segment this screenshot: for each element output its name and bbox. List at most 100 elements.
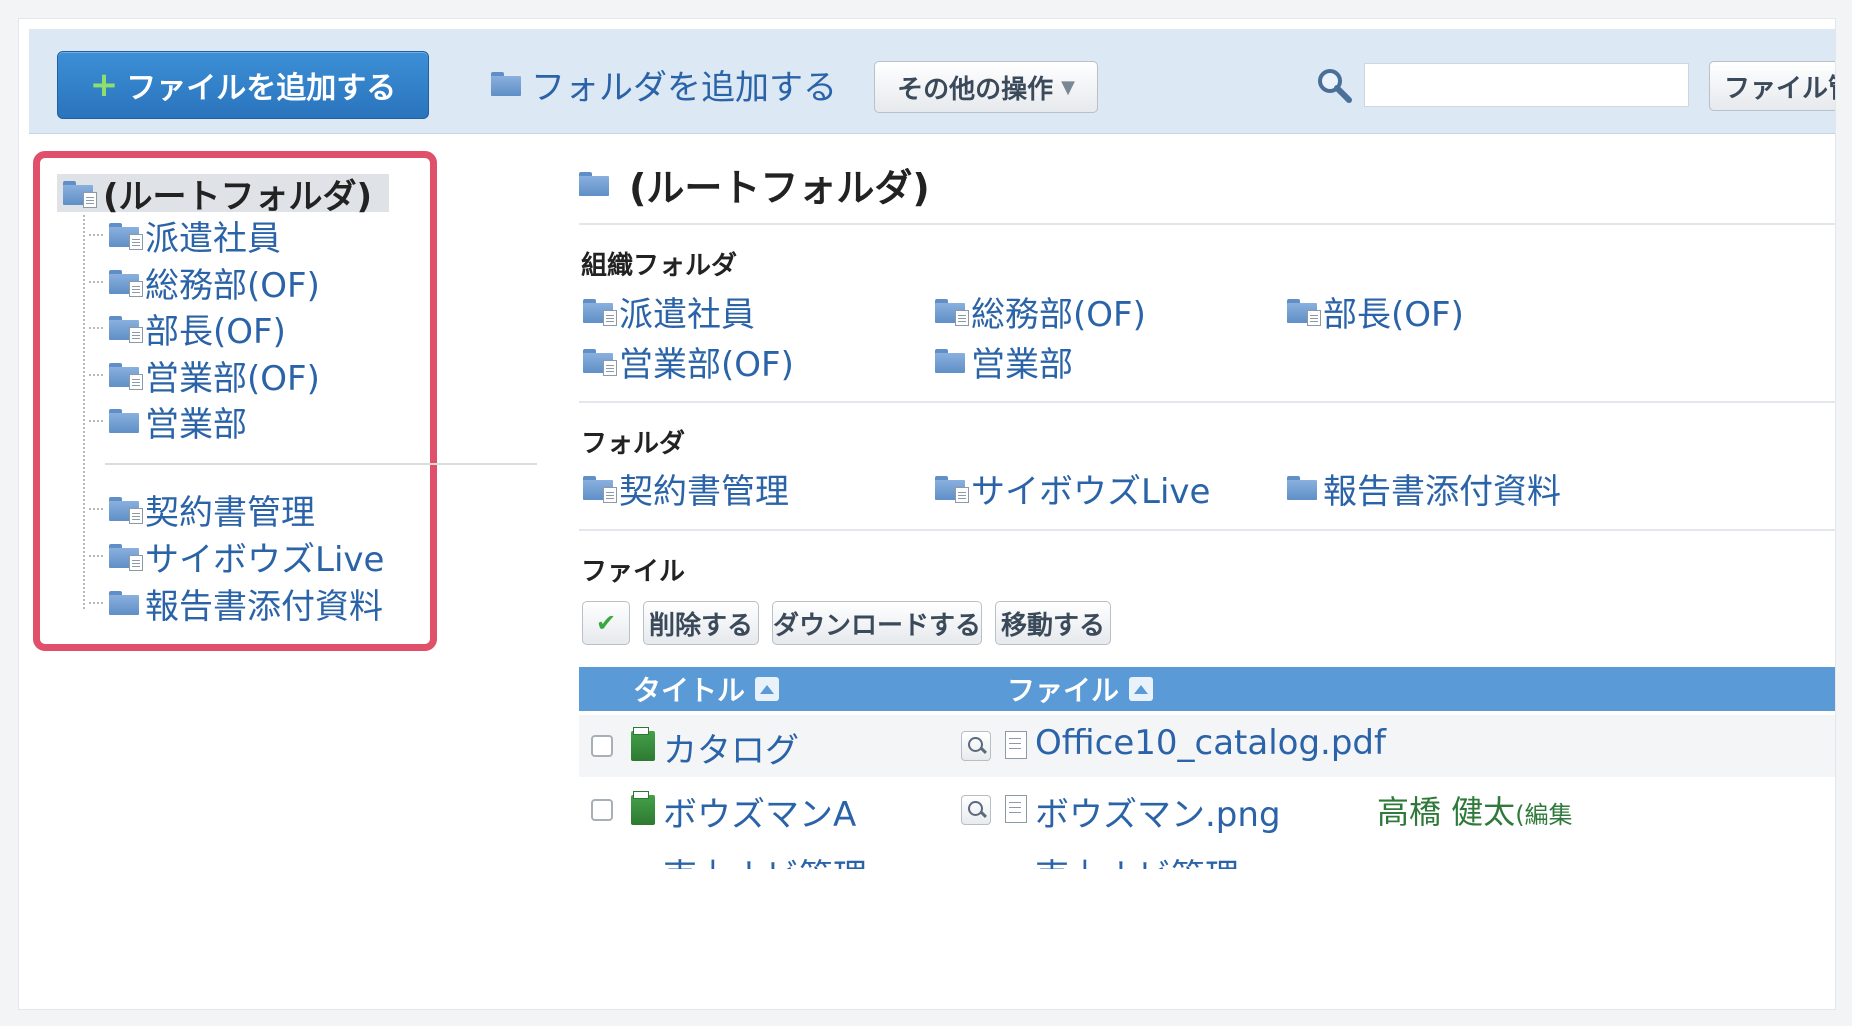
row-file-link[interactable]: ボウズマン.png bbox=[1035, 787, 1281, 836]
row-title-link[interactable]: ボウズマンA bbox=[663, 787, 856, 836]
column-file-label: ファイル bbox=[1007, 674, 1120, 707]
tree-item[interactable]: 営業部(OF) bbox=[89, 353, 320, 399]
divider bbox=[579, 401, 1835, 403]
preview-icon[interactable] bbox=[961, 731, 991, 761]
folder-link-label: 契約書管理 bbox=[619, 471, 789, 512]
move-button[interactable]: 移動する bbox=[995, 601, 1111, 645]
folder-link-label: 報告書添付資料 bbox=[1323, 471, 1561, 512]
tree-item[interactable]: 部長(OF) bbox=[89, 306, 286, 352]
folder-doc-icon bbox=[109, 544, 143, 571]
folder-doc-icon bbox=[583, 476, 617, 503]
select-all-button[interactable]: ✔ bbox=[582, 601, 630, 645]
tree-item-label: 派遣社員 bbox=[145, 218, 281, 259]
tree-divider bbox=[105, 463, 537, 465]
user-suffix: (編集 bbox=[1515, 801, 1573, 829]
tree-item[interactable]: 営業部 bbox=[89, 399, 247, 445]
toolbar: + ファイルを追加する フォルダを追加する その他の操作 ▼ ファイル管 bbox=[29, 29, 1835, 134]
file-management-button[interactable]: ファイル管 bbox=[1709, 61, 1835, 111]
folder-icon bbox=[579, 172, 609, 196]
folder-link-label: 部長(OF) bbox=[1323, 294, 1464, 335]
org-folder-link[interactable]: 派遣社員 bbox=[583, 289, 755, 335]
sort-up-icon[interactable] bbox=[1129, 677, 1154, 701]
folder-doc-icon bbox=[63, 181, 97, 208]
tree-item-label: 報告書添付資料 bbox=[145, 586, 383, 627]
document-icon bbox=[1005, 731, 1027, 759]
folder-doc-icon bbox=[583, 349, 617, 376]
check-icon: ✔ bbox=[595, 609, 617, 637]
row-checkbox[interactable] bbox=[591, 735, 613, 757]
add-folder-link[interactable]: フォルダを追加する bbox=[491, 59, 837, 109]
files-heading: ファイル bbox=[581, 557, 686, 587]
folder-doc-icon bbox=[109, 363, 143, 390]
tree-item-label: 総務部(OF) bbox=[145, 265, 320, 306]
document-icon bbox=[1005, 795, 1027, 823]
org-folders-heading: 組織フォルダ bbox=[581, 251, 738, 281]
tree-item[interactable]: 契約書管理 bbox=[89, 487, 315, 533]
folder-link-label: 総務部(OF) bbox=[971, 294, 1146, 335]
folder-doc-icon bbox=[109, 316, 143, 343]
folder-doc-icon bbox=[583, 299, 617, 326]
folders-heading: フォルダ bbox=[581, 429, 686, 459]
download-button[interactable]: ダウンロードする bbox=[772, 601, 982, 645]
folder-doc-icon bbox=[935, 476, 969, 503]
tree-item[interactable]: 総務部(OF) bbox=[89, 260, 320, 306]
org-folder-link[interactable]: 営業部(OF) bbox=[583, 339, 794, 385]
delete-button[interactable]: 削除する bbox=[643, 601, 759, 645]
tree-item[interactable]: 派遣社員 bbox=[89, 213, 281, 259]
page-title-text: (ルートフォルダ) bbox=[629, 165, 930, 210]
table-row: ボウズマンA ボウズマン.png 高橋 健太(編集 bbox=[579, 779, 1835, 841]
divider bbox=[579, 529, 1835, 531]
folder-doc-icon bbox=[109, 270, 143, 297]
divider bbox=[579, 223, 1835, 225]
row-file-link[interactable]: 売上ナビ管理 bbox=[1035, 849, 1239, 869]
tree-item[interactable]: 報告書添付資料 bbox=[89, 581, 383, 627]
row-title-link[interactable]: 売上ナビ管理 bbox=[663, 849, 867, 869]
page-title: (ルートフォルダ) bbox=[579, 159, 930, 210]
org-folder-link[interactable]: 部長(OF) bbox=[1287, 289, 1464, 335]
tree-item-label: 営業部(OF) bbox=[145, 358, 320, 399]
file-table-header: タイトル ファイル bbox=[579, 667, 1835, 711]
row-title-link[interactable]: カタログ bbox=[663, 723, 799, 772]
row-user[interactable]: 高橋 健太(編集 bbox=[1377, 787, 1573, 833]
more-ops-label: その他の操作 bbox=[897, 74, 1054, 105]
folder-doc-icon bbox=[109, 223, 143, 250]
folder-icon bbox=[935, 349, 965, 373]
add-file-label: ファイルを追加する bbox=[126, 71, 397, 106]
column-title-label: タイトル bbox=[633, 674, 746, 707]
folder-icon bbox=[1287, 476, 1317, 500]
more-operations-dropdown[interactable]: その他の操作 ▼ bbox=[874, 61, 1098, 113]
column-file[interactable]: ファイル bbox=[1007, 667, 1154, 711]
folder-link[interactable]: 報告書添付資料 bbox=[1287, 466, 1561, 512]
column-title[interactable]: タイトル bbox=[633, 667, 780, 711]
tree-root-folder[interactable]: (ルートフォルダ) bbox=[57, 174, 389, 217]
org-folder-link[interactable]: 営業部 bbox=[935, 339, 1073, 385]
folder-icon bbox=[491, 72, 521, 96]
sort-up-icon[interactable] bbox=[755, 677, 780, 701]
table-row-partial: 売上ナビ管理 売上ナビ管理 bbox=[579, 845, 1835, 869]
org-folder-link[interactable]: 総務部(OF) bbox=[935, 289, 1146, 335]
folder-icon bbox=[109, 409, 139, 433]
notebook-icon bbox=[631, 791, 655, 825]
folder-link[interactable]: 契約書管理 bbox=[583, 466, 789, 512]
folder-icon bbox=[109, 591, 139, 615]
folder-doc-icon bbox=[935, 299, 969, 326]
folder-link-label: サイボウズLive bbox=[971, 471, 1211, 512]
tree-connector bbox=[83, 215, 85, 609]
preview-icon[interactable] bbox=[961, 795, 991, 825]
add-file-button[interactable]: + ファイルを追加する bbox=[57, 51, 429, 119]
search-input[interactable] bbox=[1364, 63, 1689, 107]
search-icon[interactable] bbox=[1314, 65, 1354, 105]
tree-item-label: サイボウズLive bbox=[145, 539, 385, 580]
file-manager-window: + ファイルを追加する フォルダを追加する その他の操作 ▼ ファイル管 (ルー… bbox=[18, 18, 1836, 1010]
plus-icon: + bbox=[89, 65, 119, 105]
file-mgmt-label: ファイル管 bbox=[1724, 73, 1835, 104]
tree-item[interactable]: サイボウズLive bbox=[89, 534, 385, 580]
tree-item-label: 契約書管理 bbox=[145, 492, 315, 533]
folder-link-label: 営業部(OF) bbox=[619, 344, 794, 385]
folder-link-label: 営業部 bbox=[971, 344, 1073, 385]
folder-doc-icon bbox=[109, 497, 143, 524]
user-name: 高橋 健太 bbox=[1377, 793, 1516, 831]
folder-link[interactable]: サイボウズLive bbox=[935, 466, 1211, 512]
row-file-link[interactable]: Office10_catalog.pdf bbox=[1035, 723, 1386, 763]
row-checkbox[interactable] bbox=[591, 799, 613, 821]
